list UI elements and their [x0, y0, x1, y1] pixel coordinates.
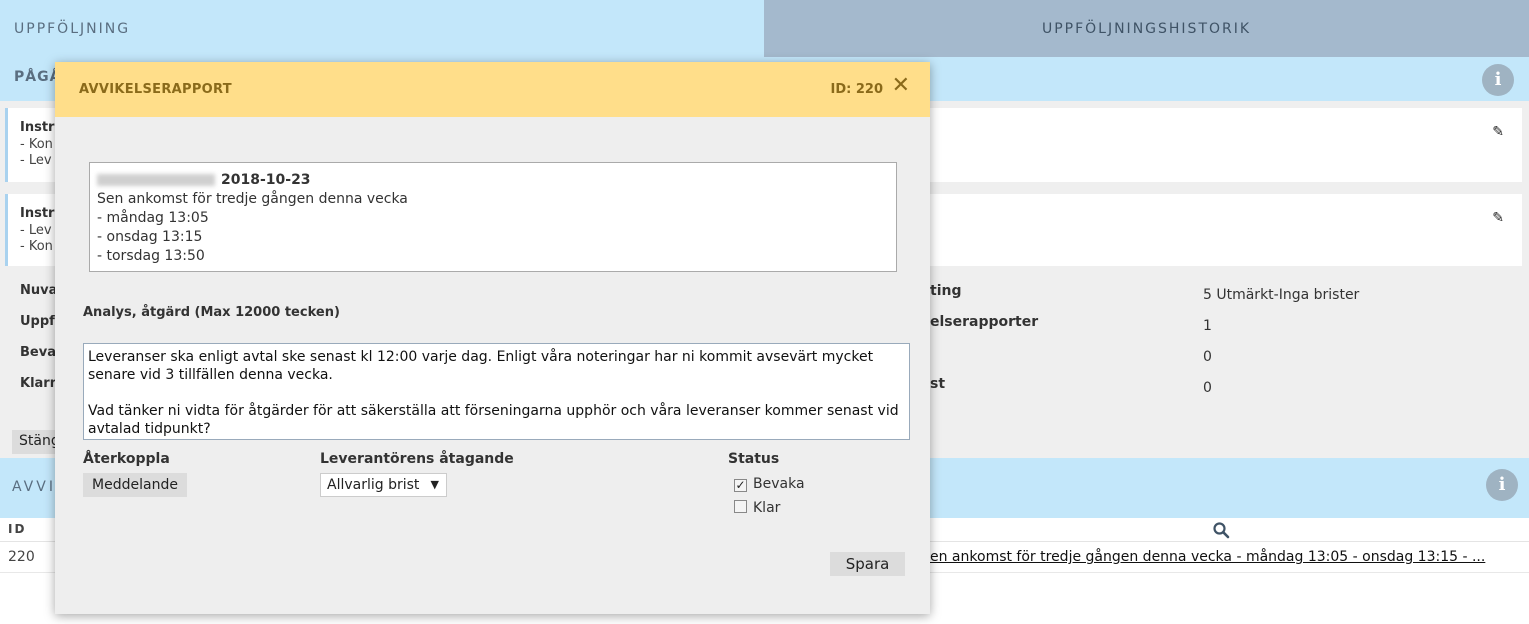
modal-id: ID: 220: [830, 82, 884, 97]
deviation-section-title: AVVI: [12, 479, 56, 495]
card-line: - Lev: [20, 223, 52, 238]
commitment-selected-value: Allvarlig brist: [327, 477, 420, 493]
close-icon[interactable]: ✕: [892, 75, 910, 97]
row-description-link[interactable]: en ankomst för tredje gången denna vecka…: [930, 549, 1485, 565]
analysis-textarea[interactable]: Leveranser ska enligt avtal ske senast k…: [83, 343, 910, 440]
checkbox-unchecked-icon[interactable]: [734, 500, 747, 513]
report-date: 2018-10-23: [221, 172, 311, 188]
report-header-line: 2018-10-23: [97, 171, 889, 190]
feedback-label: Återkoppla: [83, 451, 170, 467]
commitment-label: Leverantörens åtagande: [320, 451, 514, 467]
rating-value: 5 Utmärkt-Inga brister: [1203, 287, 1360, 303]
pencil-icon[interactable]: ✎: [1492, 124, 1504, 140]
status-option-label: Bevaka: [753, 476, 805, 492]
status-label: Status: [728, 451, 780, 467]
info-icon[interactable]: i: [1486, 469, 1518, 501]
top-tabs: UPPFÖLJNING UPPFÖLJNINGSHISTORIK: [0, 0, 1529, 57]
done-count: 0: [1203, 380, 1212, 396]
modal-title: AVVIKELSERAPPORT: [79, 82, 232, 97]
search-icon[interactable]: [1212, 521, 1230, 539]
tab-uppfoljningshistorik[interactable]: UPPFÖLJNINGSHISTORIK: [764, 0, 1529, 57]
report-line: - måndag 13:05: [97, 210, 209, 226]
card-title: Instr: [20, 120, 55, 135]
status-option-label: Klar: [753, 500, 781, 516]
message-button[interactable]: Meddelande: [83, 473, 187, 497]
card-title: Instr: [20, 206, 55, 221]
dropdown-arrow-icon: ▼: [430, 478, 439, 491]
field-label: Beva: [20, 345, 56, 360]
save-button[interactable]: Spara: [830, 552, 905, 576]
column-header-id: ID: [8, 522, 27, 536]
field-label: st: [930, 376, 946, 392]
modal-header: AVVIKELSERAPPORT ID: 220 ✕: [55, 62, 930, 117]
report-line: Sen ankomst för tredje gången denna veck…: [97, 191, 408, 207]
info-icon[interactable]: i: [1482, 64, 1514, 96]
card-line: - Kon: [20, 137, 53, 152]
deviation-report-modal: AVVIKELSERAPPORT ID: 220 ✕ 2018-10-23 Se…: [55, 62, 930, 614]
field-label: elserapporter: [930, 314, 1039, 330]
report-line: - onsdag 13:15: [97, 229, 203, 245]
checkbox-checked-icon[interactable]: ✓: [734, 479, 747, 492]
redacted-name: [97, 174, 215, 186]
status-option-klar[interactable]: Klar: [734, 500, 780, 516]
report-line: - torsdag 13:50: [97, 248, 205, 264]
card-line: - Lev: [20, 153, 52, 168]
field-label: Uppf: [20, 314, 55, 329]
pencil-icon[interactable]: ✎: [1492, 210, 1504, 226]
card-line: - Kon: [20, 239, 53, 254]
analysis-label: Analys, åtgärd (Max 12000 tecken): [83, 305, 340, 320]
report-content: 2018-10-23 Sen ankomst för tredje gången…: [89, 162, 897, 272]
field-label: Nuva: [20, 283, 58, 298]
tab-uppfoljningshistorik-label: UPPFÖLJNINGSHISTORIK: [1041, 21, 1252, 37]
reports-count: 1: [1203, 318, 1212, 334]
tab-uppfoljning[interactable]: UPPFÖLJNING: [0, 0, 764, 57]
commitment-select[interactable]: Allvarlig brist ▼: [320, 473, 447, 497]
watch-count: 0: [1203, 349, 1212, 365]
field-label: ting: [930, 283, 962, 299]
status-option-bevaka[interactable]: ✓ Bevaka: [734, 476, 805, 492]
row-id: 220: [8, 549, 35, 565]
tab-uppfoljning-label: UPPFÖLJNING: [14, 21, 131, 37]
